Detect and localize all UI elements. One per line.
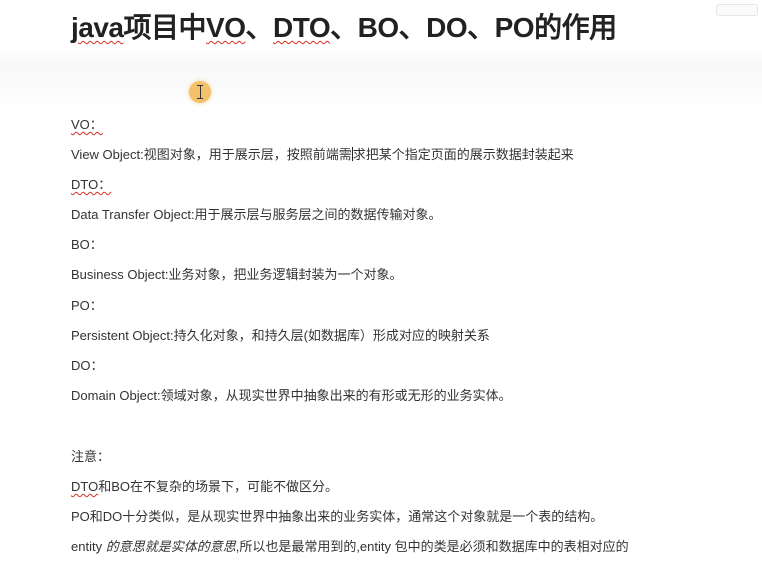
title-word-dto: DTO — [273, 12, 331, 43]
document-title: java项目中VO、DTO、BO、DO、PO的作用 — [71, 6, 617, 46]
bo-description: Business Object:业务对象，把业务逻辑封装为一个对象。 — [71, 267, 403, 282]
vo-label: VO： — [71, 117, 103, 132]
title-text: 项目中 — [123, 12, 207, 43]
title-word-vo: VO — [206, 12, 246, 43]
title-word-java: java — [71, 12, 124, 43]
vo-description: View Object:视图对象，用于展示层，按照前端需求把某个指定页面的展示数… — [71, 147, 574, 162]
do-description: Domain Object:领域对象，从现实世界中抽象出来的有形或无形的业务实体… — [71, 388, 512, 403]
title-rest: 、BO、DO、PO的作用 — [330, 12, 617, 43]
text-cursor-icon — [197, 85, 203, 99]
notes-line-2: PO和DO十分类似，是从现实世界中抽象出来的业务实体，通常这个对象就是一个表的结… — [71, 509, 604, 524]
po-description: Persistent Object:持久化对象，和持久层(如数据库）形成对应的映… — [71, 328, 490, 343]
mouse-cursor-highlight — [189, 81, 211, 103]
dto-description: Data Transfer Object:用于展示层与服务层之间的数据传输对象。 — [71, 207, 442, 222]
notes-label: 注意： — [71, 449, 111, 464]
title-separator: 、 — [245, 12, 273, 43]
notes-line-3: entity 的意思就是实体的意思,所以也是最常用到的,entity 包中的类是… — [71, 539, 629, 554]
po-label: PO： — [71, 298, 103, 313]
dto-label: DTO： — [71, 177, 112, 192]
bo-label: BO： — [71, 237, 103, 252]
do-label: DO： — [71, 358, 104, 373]
notes-line-1: DTO和BO在不复杂的场景下，可能不做区分。 — [71, 479, 339, 494]
document-page[interactable]: java项目中VO、DTO、BO、DO、PO的作用 VO： View Objec… — [0, 0, 762, 578]
window-control[interactable] — [716, 4, 758, 16]
